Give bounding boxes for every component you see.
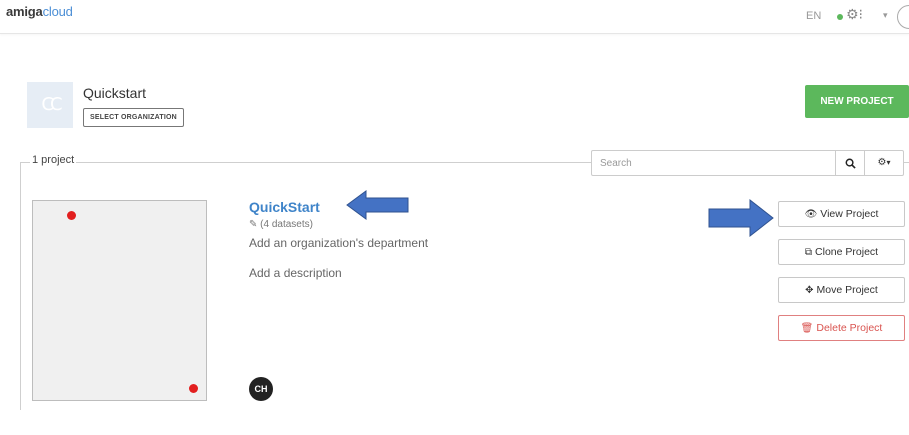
- trash-icon: 🗑: [800, 323, 814, 334]
- select-organization-button[interactable]: SELECT ORGANIZATION: [83, 108, 184, 127]
- view-project-button[interactable]: 👁 View Project: [778, 201, 905, 227]
- app-logo[interactable]: amigacloud: [6, 4, 73, 19]
- project-thumbnail[interactable]: [32, 200, 207, 401]
- project-title-link[interactable]: QuickStart: [249, 199, 320, 215]
- section-border-left: [20, 162, 21, 410]
- datasets-count: (4 datasets): [260, 219, 313, 230]
- chevron-down-icon[interactable]: ▾: [883, 10, 888, 21]
- clone-icon: ⧉: [804, 247, 813, 258]
- view-project-label: View Project: [820, 208, 879, 220]
- top-navbar: amigacloud EN ⚙⁝ ▾: [0, 0, 909, 34]
- search-button[interactable]: [835, 150, 865, 176]
- eye-icon: 👁: [804, 209, 818, 220]
- move-project-label: Move Project: [816, 284, 878, 296]
- map-marker-icon: [189, 384, 198, 393]
- language-selector[interactable]: EN: [806, 10, 821, 22]
- move-project-button[interactable]: ✥ Move Project: [778, 277, 905, 303]
- user-avatar[interactable]: [897, 5, 909, 29]
- description-field[interactable]: Add a description: [249, 266, 342, 280]
- delete-project-button[interactable]: 🗑 Delete Project: [778, 315, 905, 341]
- chevron-down-icon: ▾: [886, 158, 891, 167]
- clone-project-button[interactable]: ⧉ Clone Project: [778, 239, 905, 265]
- logo-text-secondary: cloud: [42, 4, 73, 19]
- search-icon: [845, 158, 856, 169]
- edit-icon: ✎: [249, 219, 258, 230]
- new-project-button[interactable]: NEW PROJECT: [805, 85, 909, 118]
- department-field[interactable]: Add an organization's department: [249, 236, 428, 250]
- arrow-left-icon: [346, 190, 409, 220]
- gear-icon[interactable]: ⚙⁝: [846, 6, 863, 23]
- delete-project-label: Delete Project: [816, 322, 883, 334]
- arrow-right-icon: [708, 198, 774, 238]
- logo-text-primary: amiga: [6, 4, 43, 19]
- status-indicator: [837, 14, 843, 20]
- project-datasets[interactable]: ✎ (4 datasets): [249, 219, 313, 230]
- move-icon: ✥: [805, 285, 814, 296]
- settings-dropdown-button[interactable]: ⚙▾: [864, 150, 904, 176]
- clone-project-label: Clone Project: [815, 246, 879, 258]
- map-marker-icon: [67, 211, 76, 220]
- owner-avatar[interactable]: CH: [249, 377, 273, 401]
- organization-name: Quickstart: [83, 85, 147, 101]
- organization-logo: CC: [27, 82, 73, 128]
- search-input[interactable]: [591, 150, 836, 176]
- project-count: 1 project: [30, 154, 77, 166]
